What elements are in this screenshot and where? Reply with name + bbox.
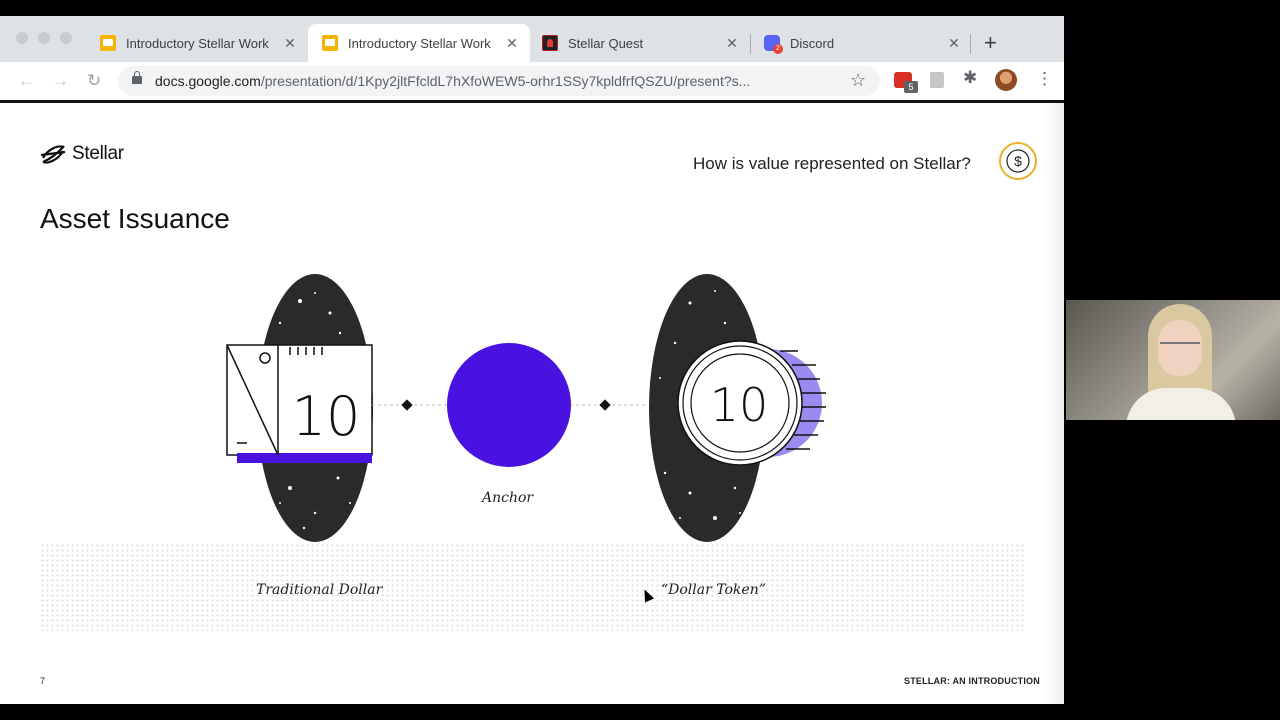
dollar-token-caption: “Dollar Token” — [661, 582, 766, 598]
tab-separator — [970, 34, 971, 54]
anchor-label: Anchor — [482, 490, 534, 506]
bill-purple-strip — [237, 453, 372, 463]
tab-stellar-quest[interactable]: Stellar Quest ✕ — [528, 24, 750, 62]
tab-title: Introductory Stellar Work — [126, 35, 269, 51]
url-path: /presentation/d/1Kpy2jltFfcldL7hXfoWEW5-… — [260, 73, 751, 89]
tab-title: Introductory Stellar Work — [348, 35, 491, 51]
traditional-dollar-caption: Traditional Dollar — [256, 582, 383, 598]
tab-strip: Introductory Stellar Work ✕ Introductory… — [0, 16, 1064, 62]
connector-diamond — [401, 399, 413, 411]
stellar-logo: Stellar — [40, 143, 124, 165]
tab-title: Stellar Quest — [568, 35, 644, 51]
tab-title: Discord — [790, 35, 835, 51]
slide-footer: STELLAR: AN INTRODUCTION — [904, 676, 1040, 686]
slide-heading: Asset Issuance — [40, 203, 230, 234]
stellar-logo-icon — [40, 145, 66, 164]
slide-page-number: 7 — [40, 676, 46, 686]
extensions-puzzle-icon[interactable]: ✱ — [963, 68, 977, 88]
reload-icon[interactable]: ↻ — [87, 71, 101, 91]
lock-icon — [132, 71, 142, 84]
address-bar[interactable]: docs.google.com/presentation/d/1Kpy2jltF… — [118, 66, 880, 96]
webcam-video — [1066, 300, 1280, 420]
dotted-band — [40, 543, 1024, 631]
forward-arrow-icon[interactable]: → — [52, 71, 69, 91]
presenter-body — [1126, 388, 1236, 420]
close-tab-icon[interactable]: ✕ — [280, 35, 300, 52]
back-arrow-icon[interactable]: ← — [18, 71, 35, 91]
bill-value: 10 — [292, 385, 361, 448]
logo-text: Stellar — [72, 143, 124, 164]
zoom-window-control[interactable] — [60, 32, 72, 44]
slide-question: How is value represented on Stellar? — [693, 154, 971, 173]
profile-avatar[interactable] — [995, 69, 1017, 91]
discord-icon — [764, 35, 783, 54]
url-domain: docs.google.com — [155, 73, 261, 89]
anchor-circle — [447, 343, 571, 467]
close-tab-icon[interactable]: ✕ — [944, 35, 964, 52]
tab-discord[interactable]: Discord ✕ — [750, 24, 972, 62]
bookmark-star-icon[interactable]: ☆ — [850, 70, 866, 91]
close-tab-icon[interactable]: ✕ — [502, 35, 522, 52]
browser-menu-icon[interactable]: ⋮ — [1036, 69, 1053, 89]
close-tab-icon[interactable]: ✕ — [722, 35, 742, 52]
dollar-coin-icon: $ — [999, 142, 1037, 180]
tab-introductory-stellar-1[interactable]: Introductory Stellar Work ✕ — [86, 24, 308, 62]
tab-introductory-stellar-2[interactable]: Introductory Stellar Work ✕ — [308, 24, 530, 62]
slides-icon — [100, 35, 116, 51]
slide-edge-shadow — [1042, 103, 1064, 704]
close-window-control[interactable] — [16, 32, 28, 44]
stellar-quest-icon — [542, 35, 558, 51]
presentation-slide[interactable]: Stellar How is value represented on Stel… — [0, 103, 1064, 704]
svg-text:$: $ — [1014, 153, 1022, 169]
extension-badge: 5 — [904, 81, 918, 93]
minimize-window-control[interactable] — [38, 32, 50, 44]
new-tab-button[interactable]: + — [984, 32, 997, 54]
coin-value: 10 — [710, 378, 769, 432]
presenter-glasses — [1160, 342, 1200, 354]
connector-diamond — [599, 399, 611, 411]
browser-window: Introductory Stellar Work ✕ Introductory… — [0, 16, 1064, 704]
extension-gray-icon[interactable] — [930, 72, 944, 88]
browser-toolbar: ← → ↻ docs.google.com/presentation/d/1Kp… — [0, 62, 1064, 103]
url-text[interactable]: docs.google.com/presentation/d/1Kpy2jltF… — [155, 73, 841, 89]
slides-icon — [322, 35, 338, 51]
